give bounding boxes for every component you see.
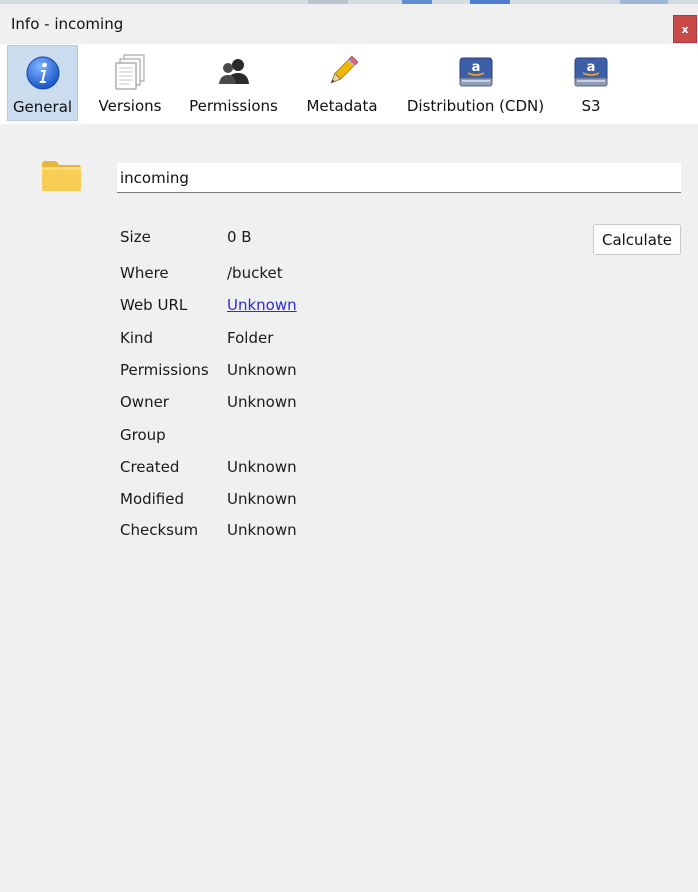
row-value: Folder bbox=[227, 329, 274, 347]
row-label: Permissions bbox=[120, 361, 209, 379]
calculate-button[interactable]: Calculate bbox=[593, 224, 681, 255]
row-label: Owner bbox=[120, 393, 169, 411]
svg-text:a: a bbox=[587, 60, 596, 75]
row-label: Size bbox=[120, 228, 151, 246]
folder-icon bbox=[41, 160, 82, 192]
row-value: Unknown bbox=[227, 521, 297, 539]
close-button[interactable]: x bbox=[673, 15, 697, 43]
tab-label: S3 bbox=[581, 97, 601, 115]
window-title: Info - incoming bbox=[11, 15, 124, 33]
tab-s3[interactable]: a S3 bbox=[566, 45, 616, 121]
tab-label: Versions bbox=[98, 97, 162, 115]
tab-label: General bbox=[12, 98, 73, 116]
tab-permissions[interactable]: Permissions bbox=[186, 45, 281, 121]
tab-label: Metadata bbox=[306, 97, 378, 115]
svg-text:a: a bbox=[471, 60, 480, 75]
tab-toolbar: General Versions Permissions Metadata a … bbox=[0, 44, 698, 124]
pencil-icon bbox=[322, 52, 362, 92]
row-label: Group bbox=[120, 426, 166, 444]
row-label: Kind bbox=[120, 329, 154, 347]
row-value: Unknown bbox=[227, 490, 297, 508]
row-label: Checksum bbox=[120, 521, 199, 539]
row-value: Unknown bbox=[227, 393, 297, 411]
info-icon bbox=[23, 53, 63, 93]
filename-input[interactable] bbox=[117, 163, 681, 193]
close-icon: x bbox=[681, 22, 689, 36]
tab-metadata[interactable]: Metadata bbox=[302, 45, 382, 121]
row-value: Unknown bbox=[227, 361, 297, 379]
tab-distribution-cdn[interactable]: a Distribution (CDN) bbox=[401, 45, 550, 121]
title-bar: Info - incoming x bbox=[0, 4, 698, 44]
row-value: /bucket bbox=[227, 264, 283, 282]
tab-general[interactable]: General bbox=[7, 45, 78, 121]
row-label: Modified bbox=[120, 490, 185, 508]
row-value: 0 B bbox=[227, 228, 252, 246]
row-label: Web URL bbox=[120, 296, 188, 314]
row-label: Where bbox=[120, 264, 169, 282]
calculate-label: Calculate bbox=[601, 230, 673, 249]
users-icon bbox=[214, 52, 254, 92]
amazon-drive-icon: a bbox=[456, 52, 496, 92]
tab-label: Distribution (CDN) bbox=[406, 97, 545, 115]
web-url-link[interactable]: Unknown bbox=[227, 296, 297, 314]
amazon-drive-icon: a bbox=[571, 52, 611, 92]
tab-label: Permissions bbox=[189, 97, 278, 115]
tab-versions[interactable]: Versions bbox=[92, 45, 168, 121]
row-value: Unknown bbox=[227, 458, 297, 476]
general-panel: Calculate Size 0 B Where /bucket Web URL… bbox=[0, 124, 698, 892]
versions-icon bbox=[110, 52, 150, 92]
row-label: Created bbox=[120, 458, 180, 476]
